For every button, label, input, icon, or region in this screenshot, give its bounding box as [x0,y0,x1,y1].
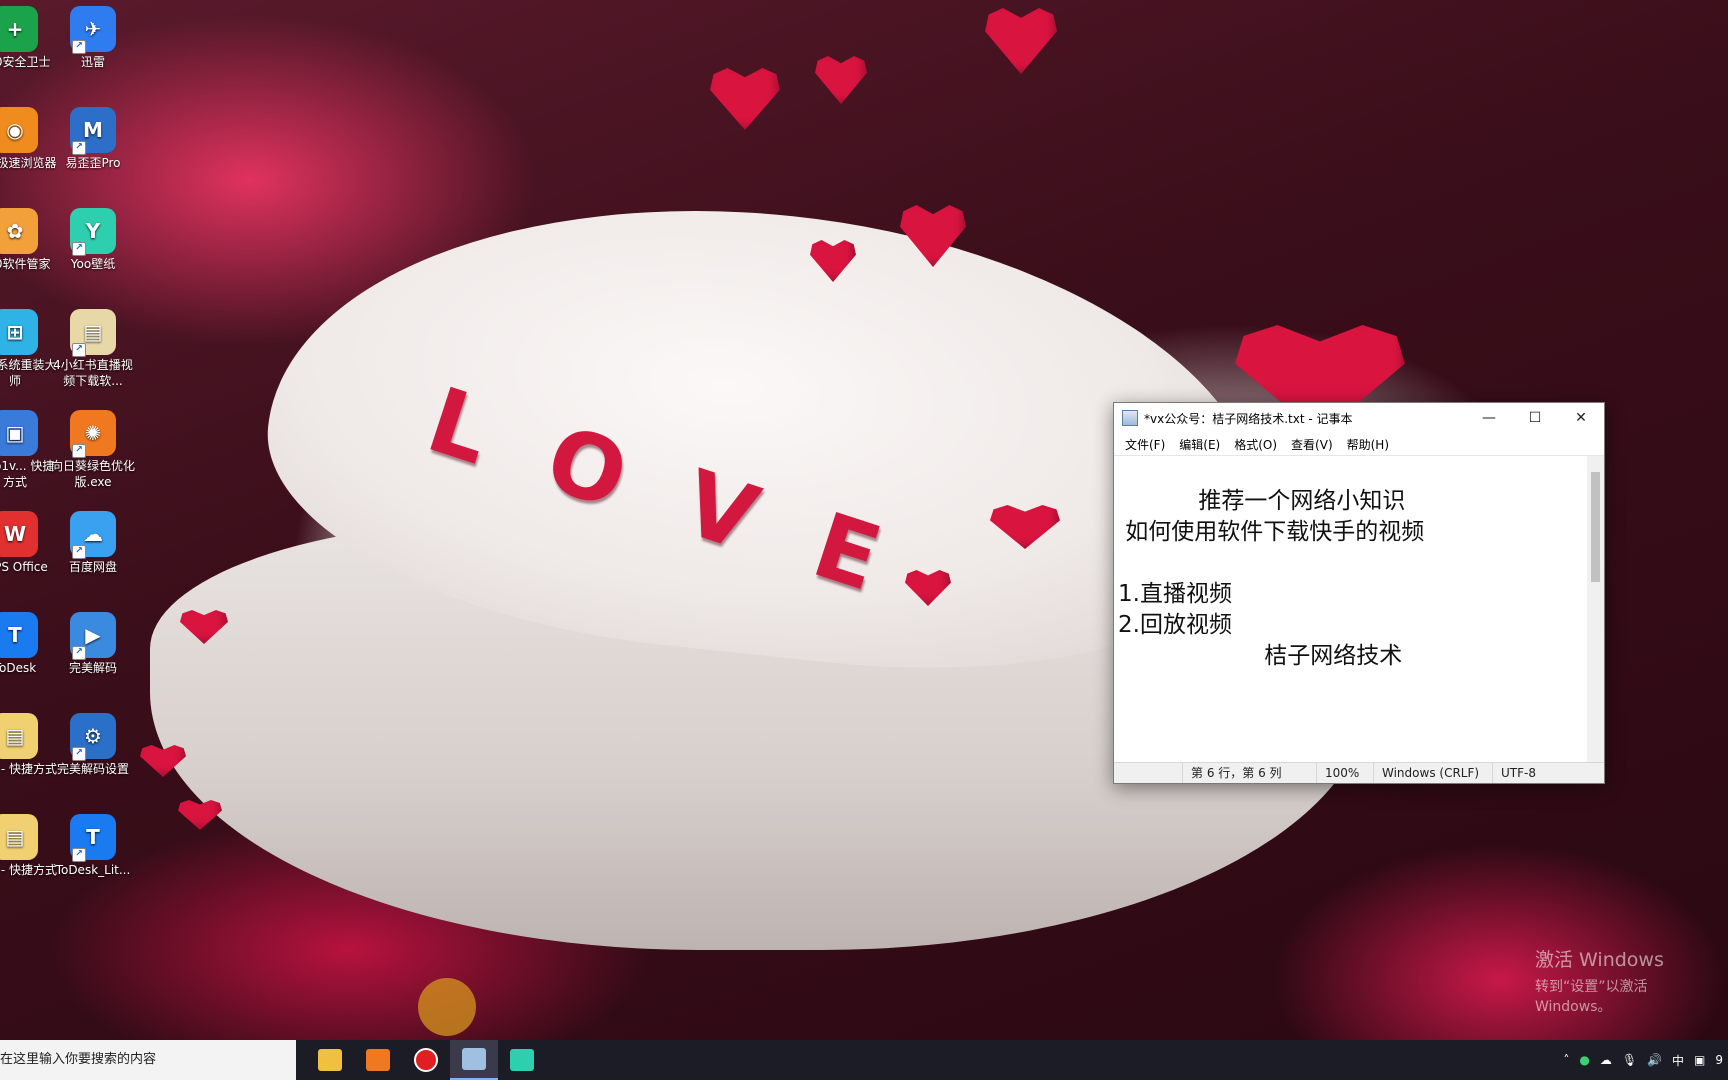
desktop-icon-label: Yoo壁纸 [70,257,116,271]
taskbar-apps [306,1040,546,1080]
wallpaper-heart [815,56,867,104]
wallpaper-heart [710,68,780,130]
vertical-scrollbar[interactable] [1587,456,1604,763]
notepad-title: *vx公众号：桔子网络技术.txt - 记事本 [1144,411,1353,426]
status-zoom: 100% [1316,763,1373,783]
app-icon: ✈ ↗ [70,6,116,54]
shortcut-arrow-icon: ↗ [72,343,86,357]
desktop-icon[interactable]: ▶ ↗ 完美解码 [48,612,138,676]
minimize-button[interactable]: — [1466,403,1512,433]
mouse-cursor-highlight [418,978,476,1036]
status-line-ending: Windows (CRLF) [1373,763,1492,783]
desktop-icon-label: ToDesk_Lit... [55,863,131,877]
desktop-icon-label: 易歪歪Pro [65,156,121,170]
app-icon: ✺ ↗ [70,410,116,458]
ime-indicator[interactable]: 中 [1667,1052,1689,1069]
notepad-status-bar: 第 6 行，第 6 列 100% Windows (CRLF) UTF-8 [1114,762,1604,783]
notepad-text-area[interactable]: 推荐一个网络小知识 如何使用软件下载快手的视频 1.直播视频 2.回放视频 桔子… [1114,455,1604,763]
notepad-app-icon [1122,410,1138,426]
app-icon: ▶ ↗ [70,612,116,660]
shortcut-arrow-icon: ↗ [72,747,86,761]
shortcut-arrow-icon: ↗ [72,545,86,559]
desktop-icon[interactable]: T ↗ ToDesk_Lit... [48,814,138,878]
wallpaper-heart [178,800,222,830]
desktop-icon-label: 完美解码 [68,661,117,675]
app-icon: ⚙ ↗ [70,713,116,761]
app-icon: ◉ [0,107,38,153]
network-icon[interactable]: ☁ [1595,1053,1617,1067]
orange-app-icon [366,1049,390,1071]
desktop-icon[interactable]: ⚙ ↗ 完美解码设置 [48,713,138,777]
app-icon: T ↗ [70,814,116,862]
shortcut-arrow-icon: ↗ [72,40,86,54]
menu-view[interactable]: 查看(V) [1284,436,1340,453]
desktop-icon-label: 向日葵绿色优化版.exe [50,459,135,489]
notepad-titlebar[interactable]: *vx公众号：桔子网络技术.txt - 记事本 — ☐ ✕ [1114,403,1604,433]
microphone-icon[interactable]: 🎙 [1617,1053,1642,1067]
taskbar-app-record[interactable] [402,1040,450,1080]
wechat-icon[interactable]: ● [1574,1053,1594,1067]
menu-file[interactable]: 文件(F) [1118,436,1172,453]
watermark-title: 激活 Windows [1535,949,1664,971]
desktop-icon-label: 迅雷 [80,55,105,69]
system-tray: ˄ ● ☁ 🎙 🔊 中 ▣ 9 [1558,1040,1728,1080]
app-icon: ▤ [0,713,38,759]
menu-help[interactable]: 帮助(H) [1340,436,1396,453]
desktop-icon-label: 4小红书直播视频下载软... [53,358,133,388]
file-explorer-icon [318,1049,342,1071]
close-button[interactable]: ✕ [1558,403,1604,433]
notification-icon[interactable]: ▣ [1689,1053,1710,1067]
app-icon: T [0,612,38,658]
search-placeholder[interactable]: 在这里输入你要搜索的内容 [0,1052,156,1067]
scrollbar-thumb[interactable] [1591,472,1600,582]
taskbar-app-file-explorer[interactable] [306,1040,354,1080]
app-icon: ▣ [0,410,38,456]
app-icon: + [0,6,38,52]
desktop-icon[interactable]: ☁ ↗ 百度网盘 [48,511,138,575]
volume-icon[interactable]: 🔊 [1642,1053,1667,1067]
shortcut-arrow-icon: ↗ [72,141,86,155]
app-icon: ☁ ↗ [70,511,116,559]
app-icon: Y ↗ [70,208,116,256]
maximize-button[interactable]: ☐ [1512,403,1558,433]
app-icon: ▤ ↗ [70,309,116,357]
shortcut-arrow-icon: ↗ [72,646,86,660]
yoo-wallpaper-icon [510,1049,534,1071]
desktop-icon-label: 完美解码设置 [56,762,129,776]
notepad-icon [462,1048,486,1070]
status-cursor-position: 第 6 行，第 6 列 [1182,763,1316,783]
record-icon [414,1048,438,1072]
clock[interactable]: 9 [1710,1053,1728,1067]
app-icon: ⊞ [0,309,38,355]
desktop-icon-label: 百度网盘 [68,560,117,574]
taskbar-app-yoo-wallpaper[interactable] [498,1040,546,1080]
watermark-subtitle: 转到“设置”以激活 Windows。 [1535,979,1648,1015]
notepad-content[interactable]: 推荐一个网络小知识 如何使用软件下载快手的视频 1.直播视频 2.回放视频 桔子… [1118,486,1586,672]
app-icon: ✿ [0,208,38,254]
menu-format[interactable]: 格式(O) [1227,436,1284,453]
desktop-icon[interactable]: Y ↗ Yoo壁纸 [48,208,138,272]
taskbar-app-orange-app[interactable] [354,1040,402,1080]
notepad-window[interactable]: *vx公众号：桔子网络技术.txt - 记事本 — ☐ ✕ 文件(F) 编辑(E… [1113,402,1605,784]
desktop-icon[interactable]: ✺ ↗ 向日葵绿色优化版.exe [48,410,138,490]
wallpaper-heart [985,8,1057,74]
desktop-icon[interactable]: ✈ ↗ 迅雷 [48,6,138,70]
notepad-menu-bar: 文件(F) 编辑(E) 格式(O) 查看(V) 帮助(H) [1114,433,1604,455]
app-icon: W [0,511,38,557]
shortcut-arrow-icon: ↗ [72,242,86,256]
desktop-icon[interactable]: M ↗ 易歪歪Pro [48,107,138,171]
chevron-up-icon[interactable]: ˄ [1558,1053,1574,1067]
taskbar-search-box[interactable]: 在这里输入你要搜索的内容 [0,1040,296,1080]
status-encoding: UTF-8 [1492,763,1604,783]
activation-watermark: 激活 Windows 转到“设置”以激活 Windows。 [1535,945,1728,1016]
menu-edit[interactable]: 编辑(E) [1172,436,1227,453]
shortcut-arrow-icon: ↗ [72,444,86,458]
taskbar-app-notepad[interactable] [450,1040,498,1080]
app-icon: ▤ [0,814,38,860]
desktop-icon[interactable]: ▤ ↗ 4小红书直播视频下载软... [48,309,138,389]
taskbar: 在这里输入你要搜索的内容 ˄ ● ☁ 🎙 🔊 中 ▣ 9 [0,1040,1728,1080]
app-icon: M ↗ [70,107,116,155]
shortcut-arrow-icon: ↗ [72,848,86,862]
